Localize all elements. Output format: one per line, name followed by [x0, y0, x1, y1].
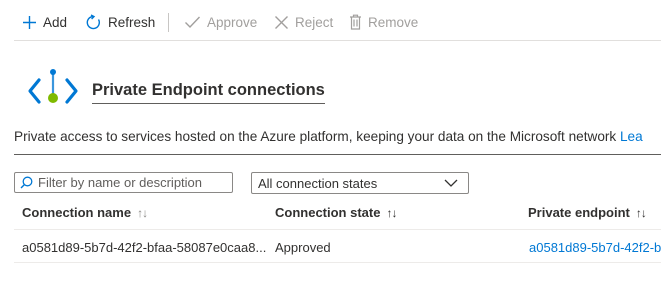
checkmark-icon: [185, 16, 201, 29]
add-button[interactable]: Add: [22, 11, 67, 33]
private-endpoint-icon: [28, 69, 78, 104]
remove-button[interactable]: Remove: [349, 11, 418, 33]
reject-label: Reject: [295, 14, 334, 30]
description-text: Private access to services hosted on the…: [14, 129, 617, 144]
toolbar-divider-line: [14, 40, 661, 41]
sort-icon: ↑↓: [386, 205, 397, 220]
section-title: Private Endpoint connections: [92, 81, 325, 104]
cell-connection-state: Approved: [275, 240, 331, 255]
refresh-button[interactable]: Refresh: [85, 11, 155, 33]
section-description: Private access to services hosted on the…: [14, 129, 661, 155]
column-header-private-endpoint[interactable]: Private endpoint ↑↓: [528, 205, 647, 220]
dropdown-value: All connection states: [258, 175, 378, 191]
column-header-connection-state[interactable]: Connection state ↑↓: [275, 205, 397, 220]
command-bar: Add Refresh Approve Reject Remove: [0, 0, 661, 42]
close-icon: [275, 15, 288, 29]
column-header-label: Connection name: [22, 205, 132, 220]
add-label: Add: [43, 14, 68, 30]
plus-icon: [23, 15, 36, 29]
filter-box[interactable]: [14, 172, 233, 193]
header-divider: [14, 229, 661, 230]
column-header-connection-name[interactable]: Connection name ↑↓: [22, 205, 148, 220]
reject-button[interactable]: Reject: [274, 11, 333, 33]
chevron-down-icon: [444, 179, 458, 187]
refresh-label: Refresh: [108, 14, 156, 30]
private-endpoint-link[interactable]: a0581d89-5b7d-42f2-b: [529, 240, 661, 255]
connection-state-dropdown[interactable]: All connection states: [251, 172, 469, 194]
column-header-label: Connection state: [275, 205, 381, 220]
approve-label: Approve: [207, 14, 258, 30]
row-divider: [14, 262, 661, 263]
refresh-icon: [86, 13, 100, 29]
sort-icon: ↑↓: [635, 205, 647, 220]
sort-icon: ↑↓: [137, 205, 148, 220]
trash-icon: [350, 14, 361, 30]
cell-connection-name: a0581d89-5b7d-42f2-bfaa-58087e0caa8...: [22, 240, 267, 255]
filter-input[interactable]: [38, 175, 228, 190]
approve-button[interactable]: Approve: [184, 11, 257, 33]
column-header-label: Private endpoint: [528, 205, 630, 220]
remove-label: Remove: [368, 14, 419, 30]
learn-more-link[interactable]: Lea: [620, 129, 643, 144]
search-icon: [20, 176, 33, 189]
toolbar-divider: [168, 13, 169, 32]
